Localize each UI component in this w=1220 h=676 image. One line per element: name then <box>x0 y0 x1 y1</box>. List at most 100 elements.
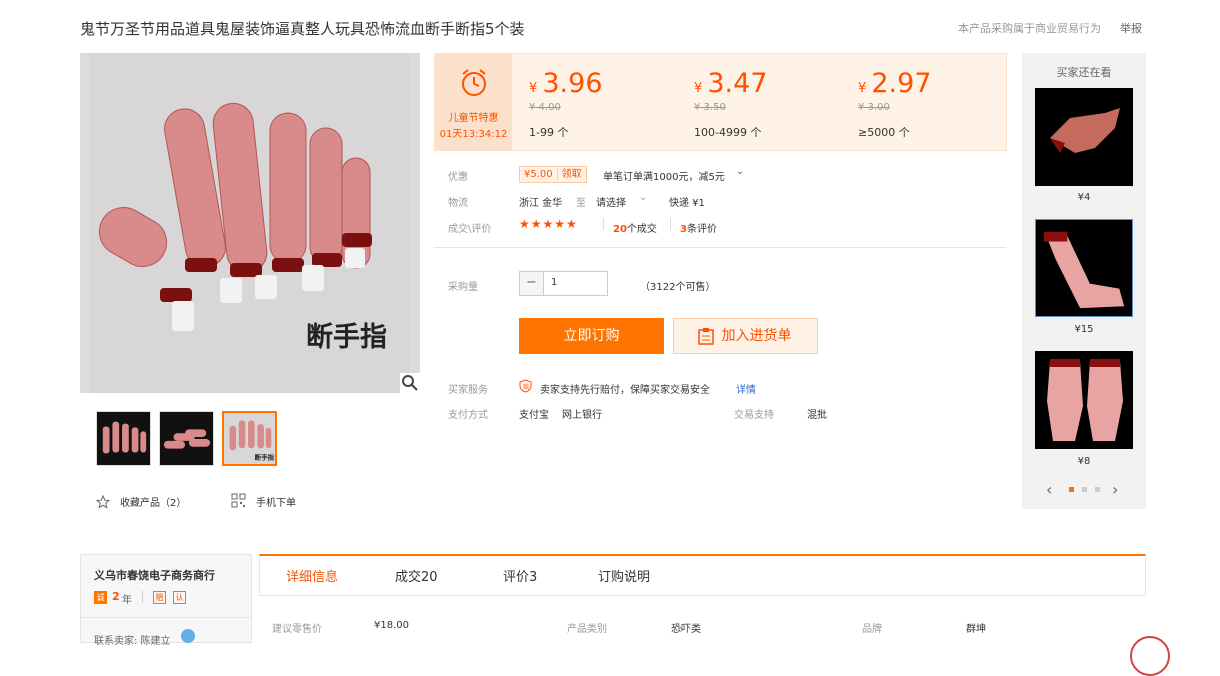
also-viewed-price: ¥15 <box>1074 324 1094 335</box>
promo-badge: 儿童节特惠 01天13:34:12 <box>435 54 512 150</box>
hands-image <box>1035 351 1133 449</box>
svg-text:断手指: 断手指 <box>255 452 275 461</box>
currency-symbol: ¥ <box>529 81 538 96</box>
leg-image <box>1036 220 1132 316</box>
also-viewed-item[interactable] <box>1035 88 1133 186</box>
coupon-chip[interactable]: ¥5.00 领取 <box>519 166 587 183</box>
also-viewed-price: ¥4 <box>1077 192 1091 203</box>
alarm-clock-icon <box>462 69 486 96</box>
quantity-stepper: − 1 <box>519 271 608 296</box>
rating-label: 成交\评价 <box>448 224 492 235</box>
also-viewed-item[interactable] <box>1035 351 1133 449</box>
tab-order-notes[interactable]: 订购说明 <box>598 566 650 585</box>
price-tier: ¥ 3.96 ¥ 4.00 1-99 个 <box>529 54 679 150</box>
seal-icon <box>1130 636 1170 676</box>
attr-label: 品牌 <box>862 624 882 635</box>
reviews-count-link[interactable]: 3条评价 <box>680 220 717 235</box>
carousel-dot[interactable] <box>1095 487 1100 492</box>
chevron-down-icon[interactable]: ⌄ <box>736 166 744 177</box>
express-fee: 快递 ¥1 <box>669 198 705 209</box>
quantity-input[interactable]: 1 <box>551 277 557 288</box>
chevron-down-icon[interactable]: ⌄ <box>639 192 647 203</box>
payment-bank: 网上银行 <box>562 410 602 421</box>
tab-detail[interactable]: 详细信息 <box>286 566 338 585</box>
logistics-label: 物流 <box>448 198 468 209</box>
qrcode-icon[interactable] <box>231 493 246 508</box>
destination-select[interactable]: 请选择 <box>596 194 626 209</box>
trade-support-value: 混批 <box>807 410 827 421</box>
chevron-right-icon[interactable]: › <box>1112 480 1118 499</box>
seller-card: 义乌市春饶电子商务商行 诚 2 年 赔 认 联系卖家: 陈建立 <box>80 554 252 647</box>
quantity-decrease-button[interactable]: − <box>520 272 544 295</box>
contact-seller[interactable]: 联系卖家: 陈建立 <box>94 632 171 647</box>
shield-icon: 赔 <box>519 379 532 393</box>
countdown: 01天13:34:12 <box>439 129 508 140</box>
price-panel: 儿童节特惠 01天13:34:12 ¥ 3.96 ¥ 4.00 1-99 个 ¥… <box>434 53 1007 151</box>
add-to-cart-button[interactable]: 加入进货单 <box>673 318 818 354</box>
coupon-claim[interactable]: 领取 <box>556 169 586 180</box>
divider <box>603 218 604 230</box>
tier-price: 3.96 <box>542 68 603 99</box>
tab-reviews[interactable]: 评价3 <box>503 566 537 585</box>
buy-now-button[interactable]: 立即订购 <box>519 318 664 354</box>
service-label: 买家服务 <box>448 385 488 396</box>
compensation-icon: 赔 <box>153 591 166 604</box>
chat-icon[interactable] <box>181 629 195 643</box>
image-caption: 断手指 <box>306 322 387 353</box>
also-viewed-item[interactable] <box>1035 219 1133 317</box>
seller-name[interactable]: 义乌市春饶电子商务商行 <box>94 567 215 583</box>
tab-deals[interactable]: 成交20 <box>395 566 438 585</box>
gallery-thumb[interactable]: 断手指 <box>222 411 277 466</box>
currency-symbol: ¥ <box>858 81 867 96</box>
attr-label: 产品类别 <box>567 624 607 635</box>
seller-years: 2 <box>112 590 120 603</box>
detail-tabs: 详细信息 成交20 评价3 订购说明 <box>259 554 1146 596</box>
hand-image <box>1035 88 1133 186</box>
trust-badge-icon: 诚 <box>94 591 107 604</box>
chevron-left-icon[interactable]: ‹ <box>1046 480 1052 499</box>
carousel-dot-active[interactable] <box>1069 487 1074 492</box>
gallery-thumb[interactable] <box>159 411 214 466</box>
gallery-thumb[interactable] <box>96 411 151 466</box>
svg-text:赔: 赔 <box>523 383 529 391</box>
service-text: 卖家支持先行赔付，保障买家交易安全 <box>540 385 710 396</box>
carousel-dot[interactable] <box>1082 487 1087 492</box>
coupon-description: 单笔订单满1000元，减5元 <box>603 172 725 183</box>
main-product-image[interactable]: 断手指 <box>80 53 420 393</box>
tier-price: 2.97 <box>871 68 932 99</box>
tier-range: ≥5000 个 <box>858 126 910 139</box>
also-viewed-price: ¥8 <box>1077 456 1091 467</box>
deals-text: 个成交 <box>626 224 657 235</box>
magnifier-icon[interactable] <box>400 373 420 393</box>
logistics-from: 浙江 金华 <box>519 198 563 209</box>
add-to-cart-label: 加入进货单 <box>721 328 792 344</box>
tier-price: 3.47 <box>707 68 768 99</box>
divider <box>670 218 671 230</box>
tier-old-price: ¥ 4.00 <box>529 102 561 113</box>
star-outline-icon[interactable] <box>95 494 111 509</box>
mobile-order-link[interactable]: 手机下单 <box>256 494 296 509</box>
payment-alipay: 支付宝 <box>519 410 549 421</box>
certified-icon: 认 <box>173 591 186 604</box>
clipboard-icon <box>698 328 714 345</box>
currency-symbol: ¥ <box>694 81 703 96</box>
stock-available: （3122个可售） <box>640 282 716 293</box>
divider <box>434 247 1006 248</box>
attr-value: ¥18.00 <box>374 620 409 631</box>
price-tier: ¥ 3.47 ¥ 3.50 100-4999 个 <box>694 54 844 150</box>
coupon-amount: ¥5.00 <box>524 169 553 180</box>
attr-label: 建议零售价 <box>272 624 322 635</box>
also-viewed-title: 买家还在看 <box>1056 66 1112 79</box>
reviews-text: 条评价 <box>686 224 717 235</box>
favorite-link[interactable]: 收藏产品（2） <box>120 494 186 509</box>
seller-years-unit: 年 <box>122 595 132 606</box>
attr-value: 恐吓类 <box>671 624 701 635</box>
deals-count-link[interactable]: 20个成交 <box>613 220 657 235</box>
deals-count: 20 <box>613 224 627 235</box>
tier-range: 1-99 个 <box>529 126 569 139</box>
quantity-label: 采购量 <box>448 282 478 293</box>
service-detail-link[interactable]: 详情 <box>736 381 756 396</box>
report-link[interactable]: 举报 <box>1120 20 1142 36</box>
logistics-to-word: 至 <box>576 198 586 209</box>
reviews-count: 3 <box>680 224 687 235</box>
